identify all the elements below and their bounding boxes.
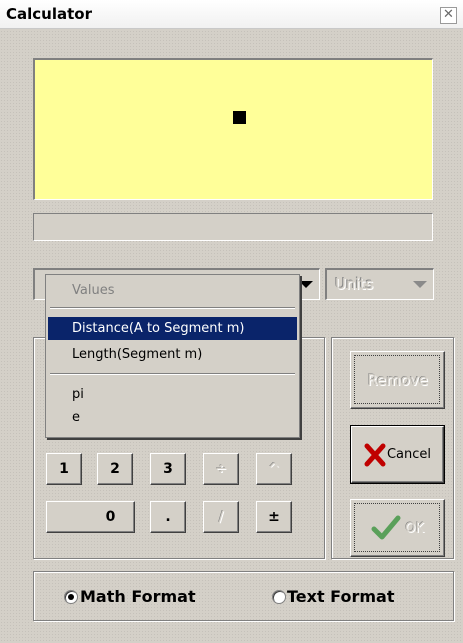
key-divide-button[interactable]: ÷ [203, 453, 239, 485]
radio-selected-dot [68, 594, 74, 600]
cancel-button[interactable]: Cancel [350, 425, 445, 484]
chevron-down-icon[interactable] [413, 281, 427, 288]
key-label: 0 [105, 509, 116, 525]
dropdown-item-e[interactable]: e [48, 406, 297, 429]
key-label: . [165, 509, 171, 525]
dropdown-item-distance[interactable]: Distance(A to Segment m) [48, 317, 297, 340]
ok-button-label: OK [405, 520, 424, 536]
text-format-label[interactable]: Text Format [287, 587, 394, 606]
checkmark-icon [371, 515, 401, 540]
key-label: / [218, 509, 224, 525]
cancel-button-label: Cancel [386, 447, 432, 462]
window-title: Calculator [6, 5, 92, 23]
math-format-radio[interactable] [64, 590, 78, 604]
key-label: ^ [268, 461, 280, 477]
units-combo[interactable]: Units [325, 268, 434, 300]
key-3-button[interactable]: 3 [150, 453, 186, 485]
expression-display[interactable] [33, 58, 433, 200]
key-2-button[interactable]: 2 [97, 453, 133, 485]
key-label: 3 [163, 461, 173, 477]
units-combo-label: Units [335, 275, 374, 293]
cancel-x-icon [364, 443, 386, 466]
remove-button-label: Remove [367, 371, 428, 389]
math-format-label[interactable]: Math Format [80, 587, 196, 606]
key-label: ± [268, 509, 280, 525]
key-label: 1 [59, 461, 69, 477]
dropdown-header: Values [72, 283, 115, 298]
menu-divider [50, 307, 295, 309]
insertion-cursor-icon [233, 111, 246, 124]
ok-button[interactable]: OK [350, 499, 445, 557]
dropdown-item-length[interactable]: Length(Segment m) [48, 343, 297, 366]
key-decimal-button[interactable]: . [150, 501, 186, 533]
calculator-window: Calculator ✕ Units 1 2 3 ÷ ^ 0 . / ± Rem… [0, 0, 463, 643]
close-icon: ✕ [443, 7, 454, 22]
key-plus-minus-button[interactable]: ± [256, 501, 292, 533]
key-1-button[interactable]: 1 [46, 453, 82, 485]
key-label: 2 [110, 461, 120, 477]
values-dropdown-menu[interactable]: Values Distance(A to Segment m) Length(S… [45, 274, 300, 438]
close-button[interactable]: ✕ [440, 7, 457, 24]
remove-button[interactable]: Remove [350, 351, 445, 409]
dropdown-item-pi[interactable]: pi [48, 383, 297, 406]
chevron-down-icon[interactable] [299, 281, 313, 288]
text-format-radio[interactable] [272, 590, 286, 604]
status-bar [33, 213, 433, 241]
menu-divider [50, 373, 295, 375]
title-bar: Calculator ✕ [0, 0, 463, 29]
key-fraction-button[interactable]: / [203, 501, 239, 533]
key-power-button[interactable]: ^ [256, 453, 292, 485]
key-label: ÷ [215, 461, 227, 477]
key-0-button[interactable]: 0 [46, 501, 135, 533]
